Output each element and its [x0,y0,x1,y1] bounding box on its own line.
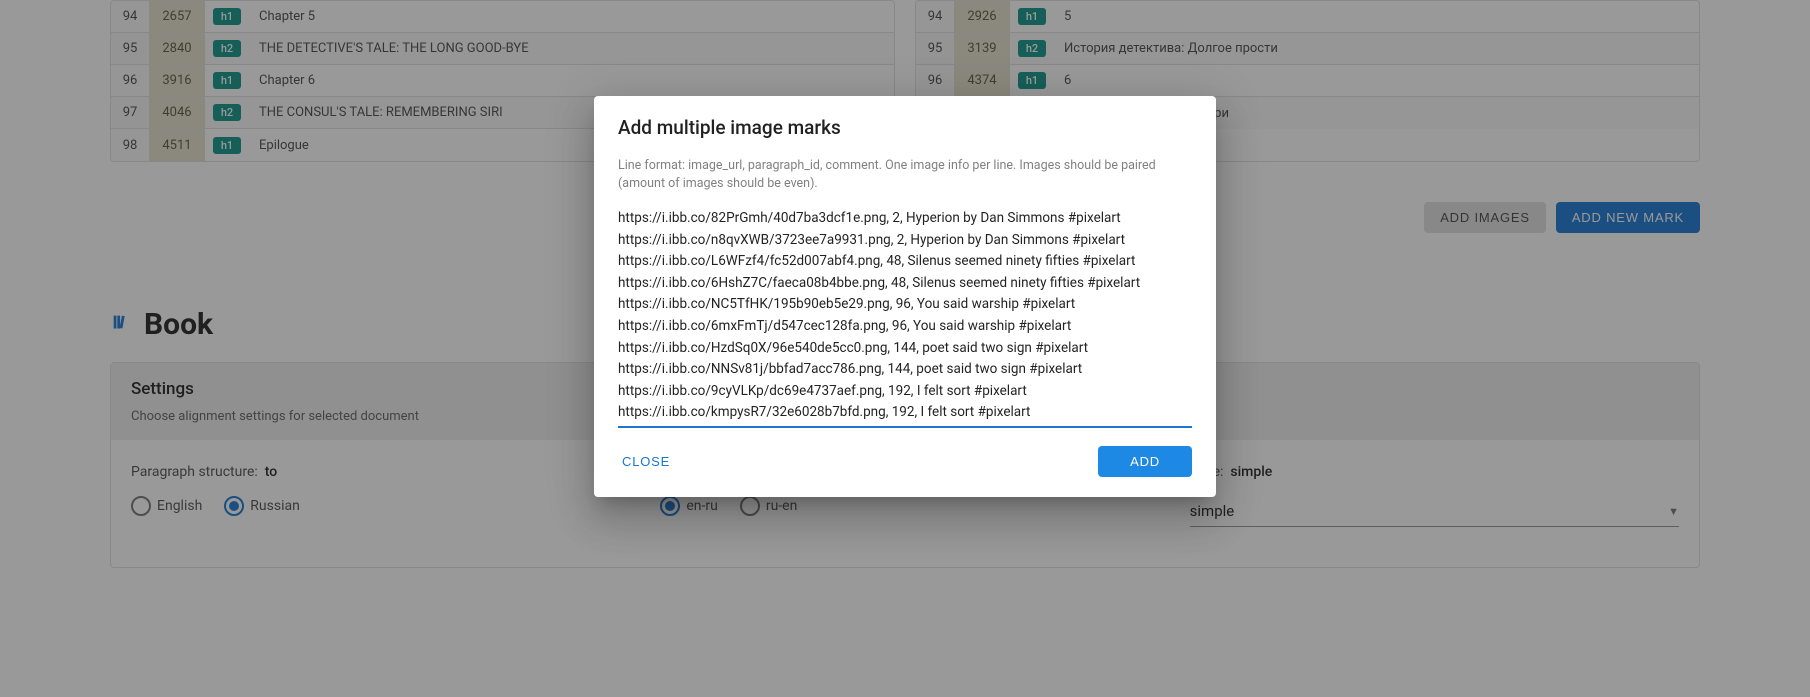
dialog-hint: Line format: image_url, paragraph_id, co… [618,157,1192,192]
close-button[interactable]: Close [618,448,674,475]
dialog-title: Add multiple image marks [618,116,1192,139]
add-button[interactable]: Add [1098,446,1192,477]
add-images-dialog: Add multiple image marks Line format: im… [594,96,1216,497]
dialog-textarea[interactable]: https://i.ibb.co/82PrGmh/40d7ba3dcf1e.pn… [618,208,1192,428]
